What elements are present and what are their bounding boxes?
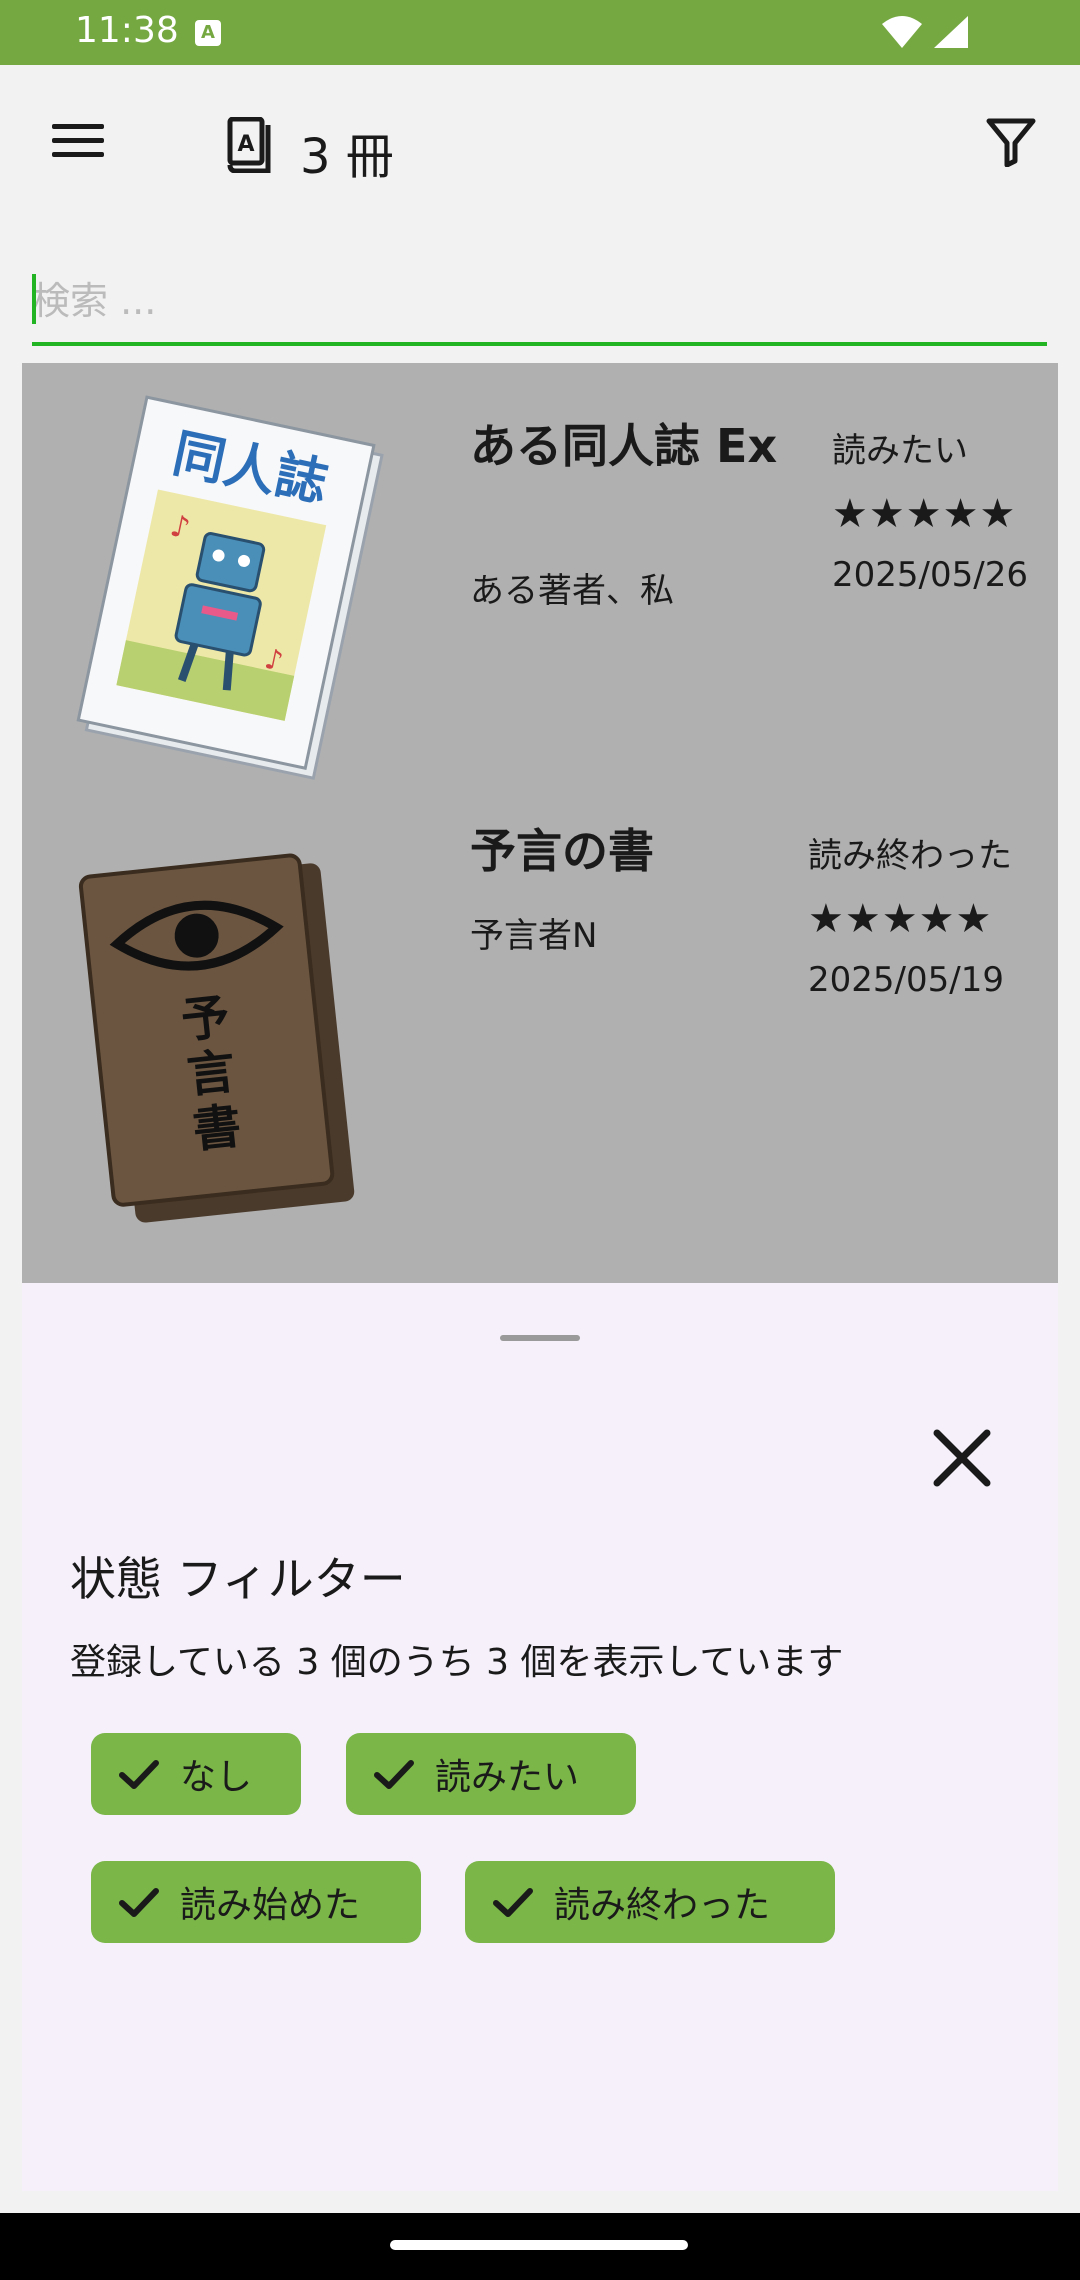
chip-label: 読みたい: [435, 1757, 580, 1798]
signal-icon: [934, 16, 968, 48]
filter-chip-want-to-read[interactable]: 読みたい: [346, 1733, 636, 1815]
text-caret: [32, 274, 36, 324]
rating-stars: ★★★★★: [832, 491, 1017, 537]
filter-icon[interactable]: [985, 117, 1037, 167]
book-status: 読み終わった: [808, 836, 1012, 876]
svg-text:言: 言: [184, 1044, 238, 1105]
chip-label: 読み終わった: [554, 1885, 771, 1926]
book-title: 予言の書: [470, 824, 654, 878]
close-icon[interactable]: [927, 1423, 997, 1493]
chip-label: 読み始めた: [180, 1885, 361, 1926]
book-date: 2025/05/26: [832, 555, 1028, 595]
book-author: ある著者、私: [470, 571, 674, 611]
book-card[interactable]: 同人誌 ♪ ♪ ある同人誌 Ex ある著者、私 読みたい ★★★★★ 2025/…: [22, 363, 1058, 808]
book-count: 3 冊: [300, 129, 394, 185]
filter-description: 登録している 3 個のうち 3 個を表示しています: [70, 1642, 844, 1683]
drag-handle[interactable]: [500, 1335, 580, 1341]
book-cover-doujinshi: 同人誌 ♪ ♪: [76, 395, 384, 780]
home-gesture-handle[interactable]: [390, 2240, 688, 2250]
book-cover-prophecy: 予 言 書: [78, 853, 355, 1223]
chip-label: なし: [180, 1757, 253, 1798]
search-field[interactable]: [32, 260, 1047, 346]
check-icon: [374, 1760, 414, 1789]
menu-button[interactable]: [40, 110, 110, 170]
book-date: 2025/05/19: [808, 960, 1004, 1000]
filter-chip-finished[interactable]: 読み終わった: [465, 1861, 835, 1943]
check-icon: [119, 1760, 159, 1789]
search-input[interactable]: [32, 260, 1047, 342]
wifi-icon: [882, 16, 922, 48]
filter-chip-reading[interactable]: 読み始めた: [91, 1861, 421, 1943]
svg-text:予: 予: [179, 989, 233, 1050]
book-author: 予言者N: [470, 916, 598, 956]
status-time: 11:38: [75, 10, 179, 51]
filter-title: 状態 フィルター: [70, 1552, 406, 1606]
book-list: 同人誌 ♪ ♪ ある同人誌 Ex ある著者、私 読みたい ★★★★★ 2025/…: [22, 363, 1058, 1283]
book-icon: A: [227, 117, 271, 173]
check-icon: [493, 1888, 533, 1917]
navigation-bar: [0, 2213, 1080, 2280]
filter-bottom-sheet: 状態 フィルター 登録している 3 個のうち 3 個を表示しています なし 読み…: [22, 1283, 1058, 2191]
notification-icon: A: [195, 20, 221, 46]
app-bar: A 3 冊: [0, 65, 1080, 225]
check-icon: [119, 1888, 159, 1917]
filter-chip-none[interactable]: なし: [91, 1733, 301, 1815]
rating-stars: ★★★★★: [808, 896, 993, 942]
book-status: 読みたい: [832, 431, 968, 471]
book-title: ある同人誌 Ex: [470, 419, 778, 473]
status-bar: 11:38 A: [0, 0, 1080, 65]
book-card[interactable]: 予 言 書 予言の書 予言者N 読み終わった ★★★★★ 2025/05/19: [22, 808, 1058, 1253]
svg-text:A: A: [237, 132, 254, 157]
svg-text:書: 書: [190, 1098, 244, 1159]
